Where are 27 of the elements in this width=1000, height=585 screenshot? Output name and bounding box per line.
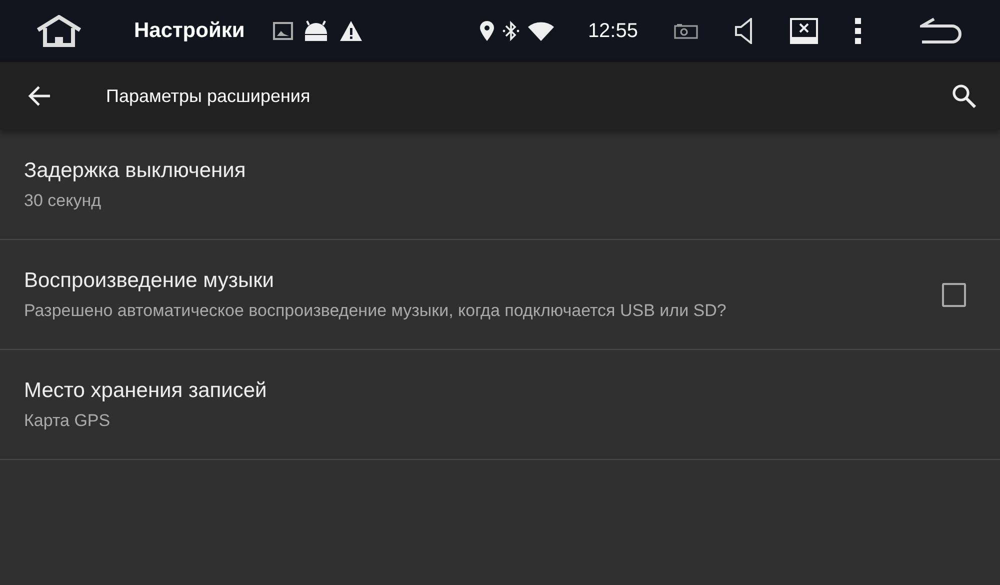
wifi-icon — [528, 21, 554, 41]
clock: 12:55 — [588, 20, 638, 42]
setting-summary: 30 секунд — [24, 190, 102, 210]
setting-title: Место хранения записей — [24, 378, 268, 402]
home-icon[interactable] — [36, 15, 82, 47]
setting-item[interactable]: Задержка выключения 30 секунд — [0, 130, 1000, 240]
search-icon[interactable] — [952, 84, 976, 108]
screen-close-icon[interactable] — [790, 18, 818, 44]
camera-icon[interactable] — [674, 23, 698, 39]
setting-title: Задержка выключения — [24, 158, 247, 182]
page-title: Параметры расширения — [106, 86, 312, 106]
speaker-icon[interactable] — [734, 18, 754, 44]
more-icon[interactable] — [854, 18, 862, 44]
setting-item[interactable]: Место хранения записей Карта GPS — [0, 350, 1000, 460]
image-icon — [272, 22, 293, 40]
setting-summary: Карта GPS — [24, 410, 112, 430]
setting-title: Воспроизведение музыки — [24, 268, 276, 292]
app-title: Настройки — [134, 19, 245, 43]
bluetooth-icon — [502, 21, 520, 41]
setting-summary: Разрешено автоматическое воспроизведение музыки, когда подключается USB или SD? — [24, 300, 728, 320]
back-icon[interactable] — [920, 17, 964, 45]
android-icon — [302, 20, 329, 42]
warning-icon — [338, 20, 363, 42]
back-arrow-icon[interactable] — [28, 84, 52, 108]
location-icon — [480, 21, 494, 41]
setting-item[interactable]: Воспроизведение музыки Разрешено автоматическое воспроизведение музыки, когда подключается USB или SD? — [0, 240, 1000, 350]
checkbox[interactable] — [942, 282, 966, 306]
